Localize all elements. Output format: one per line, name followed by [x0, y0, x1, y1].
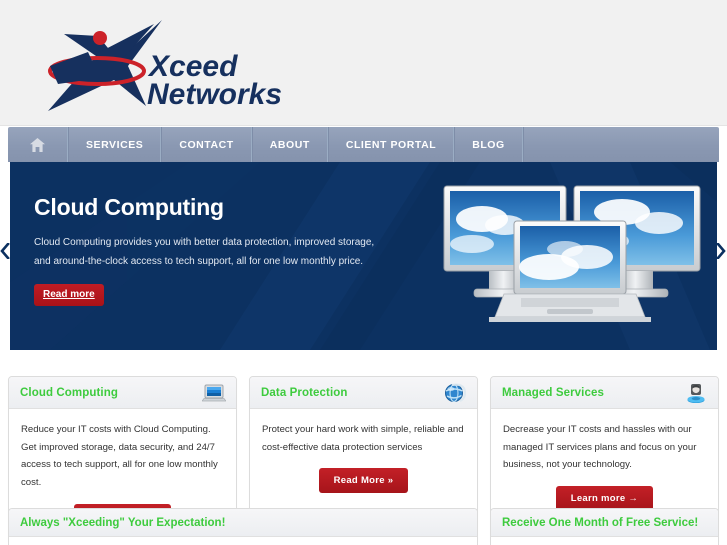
- panel-always-xceeding: Always "Xceeding" Your Expectation!: [8, 508, 478, 545]
- panel-title: Always "Xceeding" Your Expectation!: [20, 516, 226, 529]
- panel-title: Receive One Month of Free Service!: [502, 516, 699, 529]
- xceed-networks-logo-icon: Xceed Networks: [48, 20, 282, 111]
- chevron-right-icon: [716, 242, 726, 260]
- card-text: Protect your hard work with simple, reli…: [262, 424, 464, 453]
- logo-text-networks: Networks: [147, 78, 282, 111]
- nav-label: SERVICES: [86, 138, 144, 151]
- nav-label: CLIENT PORTAL: [345, 138, 437, 151]
- panel-free-service: Receive One Month of Free Service! Fill …: [490, 508, 719, 545]
- support-agent-icon: [683, 382, 709, 404]
- main-navigation: SERVICES CONTACT ABOUT CLIENT PORTAL BLO…: [8, 127, 719, 162]
- nav-item-blog[interactable]: BLOG: [454, 127, 523, 162]
- slider-next-arrow[interactable]: [716, 242, 726, 261]
- hero-title: Cloud Computing: [34, 194, 224, 220]
- card-footer: Read More »: [262, 456, 465, 506]
- card-body: Decrease your IT costs and hassles with …: [491, 409, 718, 524]
- slider-prev-arrow[interactable]: [0, 242, 10, 261]
- nav-item-client-portal[interactable]: CLIENT PORTAL: [327, 127, 455, 162]
- card-text: Reduce your IT costs with Cloud Computin…: [21, 424, 218, 489]
- nav-label: BLOG: [472, 138, 505, 151]
- nav-item-home[interactable]: [8, 127, 68, 162]
- cloud-monitors-laptop-image: [443, 185, 701, 322]
- card-header: Managed Services: [491, 377, 718, 409]
- card-text: Decrease your IT costs and hassles with …: [503, 424, 697, 471]
- chevron-left-icon: [0, 242, 10, 260]
- nav-item-contact[interactable]: CONTACT: [161, 127, 252, 162]
- card-header: Data Protection: [250, 377, 477, 409]
- nav-item-services[interactable]: SERVICES: [68, 127, 162, 162]
- hero-content: Cloud Computing Cloud Computing provides…: [34, 194, 394, 307]
- home-icon: [30, 137, 45, 152]
- nav-item-about[interactable]: ABOUT: [251, 127, 328, 162]
- card-body: Protect your hard work with simple, reli…: [250, 409, 477, 506]
- hero-slider: Cloud Computing Cloud Computing provides…: [10, 162, 717, 350]
- panel-body: [9, 537, 477, 543]
- card-header: Cloud Computing: [9, 377, 236, 409]
- panel-body: Fill out the form to learn how you can t…: [491, 537, 718, 545]
- nav-label: ABOUT: [269, 138, 310, 151]
- card-title: Data Protection: [261, 386, 348, 399]
- globe-icon: [442, 382, 468, 404]
- card-cta-button[interactable]: Read More »: [318, 468, 409, 494]
- card-title: Managed Services: [502, 386, 604, 399]
- hero-description: Cloud Computing provides you with better…: [34, 237, 375, 267]
- card-title: Cloud Computing: [20, 386, 118, 399]
- panel-header: Always "Xceeding" Your Expectation!: [9, 509, 477, 537]
- site-logo[interactable]: Xceed Networks: [34, 14, 286, 114]
- site-header: Xceed Networks: [0, 0, 727, 126]
- nav-empty-space: [522, 127, 719, 162]
- laptop-icon: [201, 382, 227, 404]
- bottom-panel-row: Always "Xceeding" Your Expectation! Rece…: [8, 508, 719, 545]
- hero-read-more-button[interactable]: Read more: [34, 284, 104, 307]
- nav-label: CONTACT: [179, 138, 234, 151]
- panel-header: Receive One Month of Free Service!: [491, 509, 718, 537]
- page-root: Xceed Networks SERVICES CONTACT ABOUT CL…: [0, 0, 727, 545]
